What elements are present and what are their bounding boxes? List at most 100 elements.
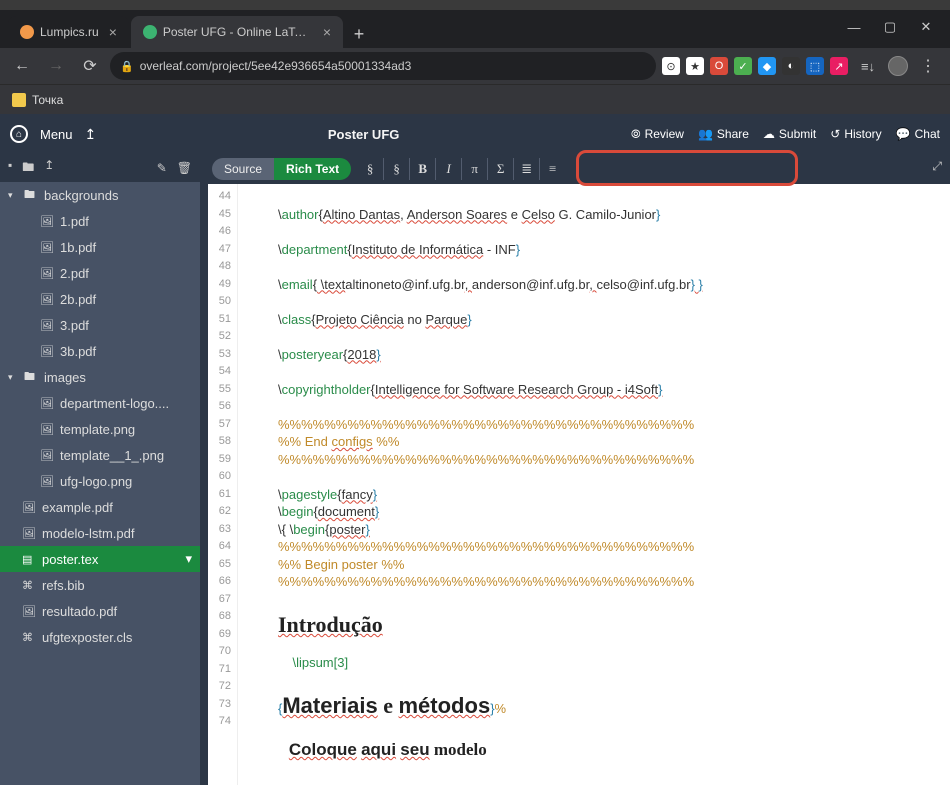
source-mode-button[interactable]: Source	[212, 158, 274, 180]
new-folder-icon[interactable]: 🖿	[22, 158, 34, 179]
section-button[interactable]: §	[357, 158, 383, 180]
line-numbers: 4445464748495051525354555657585960616263…	[208, 184, 238, 785]
extension-icon[interactable]: ✓	[734, 57, 752, 75]
file-name: template__1_.png	[60, 448, 164, 463]
file-item[interactable]: ⌘refs.bib	[0, 572, 200, 598]
extension-icon[interactable]: O	[710, 57, 728, 75]
image-file-icon: 🖼	[22, 605, 36, 618]
new-tab-button[interactable]: +	[345, 20, 373, 48]
file-name: ufgtexposter.cls	[42, 630, 132, 645]
maximize-button[interactable]: ▢	[872, 14, 908, 40]
file-item[interactable]: ▤poster.tex▾	[0, 546, 200, 572]
chevron-down-icon[interactable]: ▾	[185, 551, 192, 567]
source-rich-toggle[interactable]: Source Rich Text	[212, 158, 351, 180]
back-button[interactable]: ←	[8, 52, 36, 80]
close-tab-icon[interactable]: ×	[109, 24, 117, 40]
favicon-icon	[143, 25, 157, 39]
menu-button[interactable]: Menu	[40, 127, 73, 142]
address-bar: ← → ⟳ 🔒 overleaf.com/project/5ee42e93665…	[0, 48, 950, 84]
reading-list-icon[interactable]: ≡↓	[854, 52, 882, 80]
folder-icon: 🖿	[24, 368, 38, 387]
reload-button[interactable]: ⟳	[76, 52, 104, 80]
file-item[interactable]: 🖼example.pdf	[0, 494, 200, 520]
submit-button[interactable]: ☁Submit	[763, 127, 816, 141]
file-item[interactable]: 🖼ufg-logo.png	[0, 468, 200, 494]
file-item[interactable]: 🖼1b.pdf	[0, 234, 200, 260]
resize-gutter[interactable]	[200, 154, 208, 785]
file-item[interactable]: 🖼2.pdf	[0, 260, 200, 286]
bookmark-label: Точка	[32, 93, 63, 107]
editor-toolbar: Source Rich Text §§BIπΣ≣≡ ⤢	[208, 154, 950, 184]
review-button[interactable]: ⦾Review	[631, 127, 684, 142]
folder-item[interactable]: ▾🖿backgrounds	[0, 182, 200, 208]
profile-avatar[interactable]	[888, 56, 908, 76]
extension-icon[interactable]: ↗	[830, 57, 848, 75]
italic-button[interactable]: I	[435, 158, 461, 180]
generic-file-icon: ⌘	[22, 631, 36, 644]
close-window-button[interactable]: ✕	[908, 14, 944, 40]
bullet-list-button[interactable]: ≡	[539, 158, 565, 180]
browser-tab[interactable]: Poster UFG - Online LaTeX Editor ×	[131, 16, 343, 48]
browser-tab[interactable]: Lumpics.ru ×	[8, 16, 129, 48]
inline-math-button[interactable]: π	[461, 158, 487, 180]
delete-icon[interactable]: 🗑	[177, 161, 192, 175]
extension-icon[interactable]: ◐	[782, 57, 800, 75]
file-name: 1b.pdf	[60, 240, 96, 255]
project-title: Poster UFG	[96, 127, 631, 142]
editor-body[interactable]: 4445464748495051525354555657585960616263…	[208, 184, 950, 785]
browser-menu-button[interactable]: ⋮	[914, 52, 942, 80]
file-item[interactable]: 🖼resultado.pdf	[0, 598, 200, 624]
share-icon: 👥	[698, 127, 713, 141]
overleaf-logo-icon[interactable]: ⌂	[10, 125, 28, 143]
tab-strip: Lumpics.ru × Poster UFG - Online LaTeX E…	[0, 10, 950, 48]
upload-file-icon[interactable]: ↥	[44, 158, 54, 179]
file-item[interactable]: ⌘ ufgtexposter.cls	[0, 624, 200, 650]
editor-panel: Source Rich Text §§BIπΣ≣≡ ⤢ 444546474849…	[208, 154, 950, 785]
forward-button[interactable]: →	[42, 52, 70, 80]
image-file-icon: 🖼	[40, 293, 54, 306]
folder-item[interactable]: ▾🖿images	[0, 364, 200, 390]
url-input[interactable]: 🔒 overleaf.com/project/5ee42e936654a5000…	[110, 52, 656, 80]
file-name: modelo-lstm.pdf	[42, 526, 134, 541]
file-item[interactable]: 🖼3b.pdf	[0, 338, 200, 364]
numbered-list-button[interactable]: ≣	[513, 158, 539, 180]
file-name: 2.pdf	[60, 266, 89, 281]
history-button[interactable]: ↺History	[830, 127, 881, 141]
tab-title: Poster UFG - Online LaTeX Editor	[163, 25, 313, 39]
new-file-icon[interactable]: ▪	[8, 158, 12, 179]
file-name: backgrounds	[44, 188, 118, 203]
share-button[interactable]: 👥Share	[698, 127, 749, 141]
extension-icon[interactable]: ⬚	[806, 57, 824, 75]
extension-icon[interactable]: ★	[686, 57, 704, 75]
file-item[interactable]: 🖼template.png	[0, 416, 200, 442]
chat-button[interactable]: 💬Chat	[896, 127, 940, 141]
fullscreen-icon[interactable]: ⤢	[932, 159, 942, 174]
rich-mode-button[interactable]: Rich Text	[274, 158, 351, 180]
extension-icon[interactable]: ◆	[758, 57, 776, 75]
extension-icons: ⊙ ★ O ✓ ◆ ◐ ⬚ ↗	[662, 57, 848, 75]
bookmark-item[interactable]: Точка	[12, 93, 63, 107]
file-item[interactable]: 🖼1.pdf	[0, 208, 200, 234]
file-name: example.pdf	[42, 500, 113, 515]
code-area[interactable]: \author{Altino Dantas, Anderson Soares e…	[238, 184, 950, 785]
file-name: 3.pdf	[60, 318, 89, 333]
history-icon: ↺	[830, 127, 840, 141]
bookmark-folder-icon	[12, 93, 26, 107]
file-item[interactable]: 🖼modelo-lstm.pdf	[0, 520, 200, 546]
extension-icon[interactable]: ⊙	[662, 57, 680, 75]
file-name: 3b.pdf	[60, 344, 96, 359]
minimize-button[interactable]: —	[836, 14, 872, 40]
chevron-down-icon: ▾	[8, 190, 18, 201]
file-item[interactable]: 🖼2b.pdf	[0, 286, 200, 312]
upload-icon[interactable]: ↥	[85, 126, 97, 143]
display-math-button[interactable]: Σ	[487, 158, 513, 180]
rename-icon[interactable]: ✎	[157, 161, 167, 175]
favicon-icon	[20, 25, 34, 39]
file-item[interactable]: 🖼template__1_.png	[0, 442, 200, 468]
file-item[interactable]: 🖼department-logo....	[0, 390, 200, 416]
close-tab-icon[interactable]: ×	[323, 24, 331, 40]
subsection-button[interactable]: §	[383, 158, 409, 180]
file-item[interactable]: 🖼3.pdf	[0, 312, 200, 338]
submit-icon: ☁	[763, 127, 775, 141]
bold-button[interactable]: B	[409, 158, 435, 180]
